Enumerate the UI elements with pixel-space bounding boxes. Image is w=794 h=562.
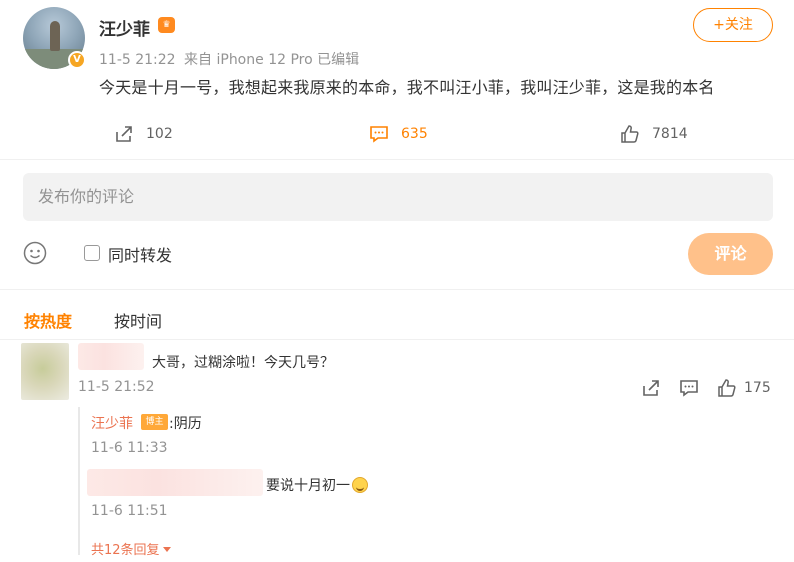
post-time[interactable]: 11-5 21:22 — [99, 52, 176, 68]
reply-text: :阴历 — [169, 416, 202, 432]
divider — [0, 159, 794, 160]
commenter-avatar[interactable] — [21, 343, 69, 400]
thumbs-up-icon — [621, 125, 639, 143]
post-text: 今天是十月一号，我想起来我原来的本命，我不叫汪小菲，我叫汪少菲，这是我的本名 — [99, 78, 715, 97]
comment-count: 635 — [401, 126, 428, 142]
post-meta: 11-5 21:22 来自 iPhone 12 Pro 已编辑 — [99, 49, 359, 69]
divider — [0, 339, 794, 340]
verified-icon: V — [68, 51, 86, 69]
comment-icon[interactable] — [679, 378, 699, 398]
post-edited-label[interactable]: 已编辑 — [317, 52, 359, 68]
reply-time: 11-6 11:51 — [91, 503, 168, 519]
reply-time: 11-6 11:33 — [91, 440, 168, 456]
crown-badge-icon[interactable]: ♛ — [158, 17, 175, 33]
comment-icon — [370, 126, 388, 143]
repost-button[interactable]: 102 — [114, 124, 173, 144]
reply-thread-line — [78, 407, 80, 555]
thumbs-up-icon[interactable] — [717, 378, 737, 398]
reply-text-content: 要说十月初一 — [266, 478, 350, 494]
reply-author-blurred[interactable] — [87, 469, 263, 496]
repost-count: 102 — [146, 126, 173, 142]
emoji-icon[interactable] — [23, 241, 47, 265]
like-count: 7814 — [652, 126, 688, 142]
comment-like-count: 175 — [744, 380, 771, 396]
repost-icon — [116, 126, 132, 142]
like-button[interactable]: 7814 — [620, 124, 688, 144]
post-source: 来自 iPhone 12 Pro — [184, 52, 313, 68]
comment-text: 大哥，过糊涂啦！今天几号？ — [152, 355, 334, 371]
commenter-name-blurred[interactable] — [78, 343, 144, 370]
repost-icon[interactable] — [641, 378, 661, 398]
reply-author[interactable]: 汪少菲 — [91, 413, 133, 433]
divider — [0, 289, 794, 290]
comment-time: 11-5 21:52 — [78, 379, 155, 395]
host-badge: 博主 — [141, 414, 168, 430]
tab-sort-hot[interactable]: 按热度 — [24, 308, 72, 332]
comment-actions: 175 — [641, 378, 771, 398]
more-replies-label: 共12条回复 — [91, 543, 160, 558]
repost-checkbox-label[interactable]: 同时转发 — [108, 242, 172, 266]
more-replies-link[interactable]: 共12条回复 — [91, 539, 171, 558]
repost-checkbox[interactable] — [84, 245, 100, 261]
author-name[interactable]: 汪少菲 — [99, 15, 150, 40]
comment-input[interactable]: 发布你的评论 — [23, 173, 773, 221]
reply-text: 要说十月初一 — [266, 475, 368, 495]
laughing-emoji-icon — [352, 477, 368, 493]
comment-button[interactable]: 635 — [369, 124, 428, 144]
follow-button[interactable]: +关注 — [693, 8, 773, 42]
chevron-down-icon — [162, 547, 171, 552]
submit-comment-button[interactable]: 评论 — [688, 233, 773, 275]
tab-sort-time[interactable]: 按时间 — [114, 308, 162, 332]
